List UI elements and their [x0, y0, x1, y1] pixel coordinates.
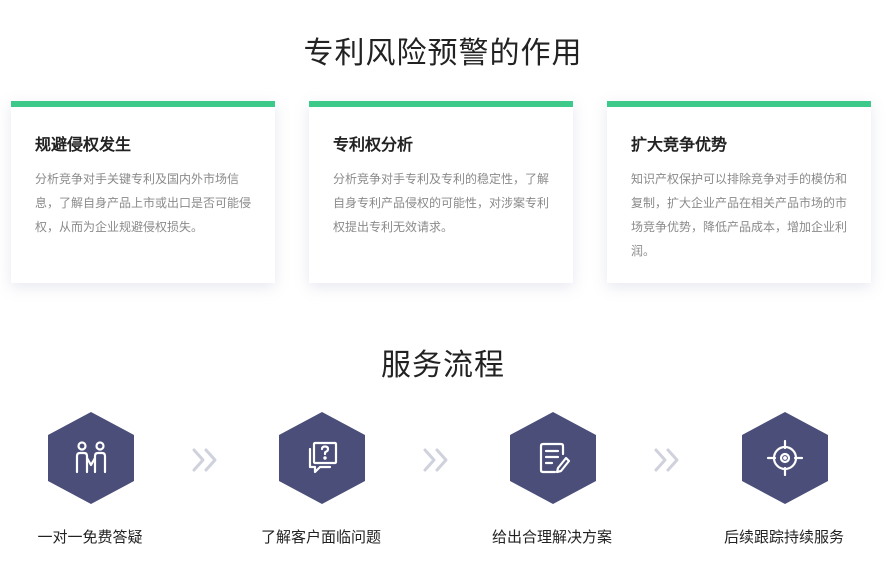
card-description: 分析竞争对手专利及专利的稳定性，了解 自身专利产品侵权的可能性，对涉案专利 权提…: [333, 172, 550, 234]
card-title: 专利权分析: [333, 135, 414, 154]
card-patent-analysis: 专利权分析 分析竞争对手专利及专利的稳定性，了解 自身专利产品侵权的可能性，对涉…: [309, 101, 573, 283]
card-title: 规避侵权发生: [35, 135, 132, 154]
card-description: 分析竞争对手关键专利及国内外市场信 息，了解自身产品上市或出口是否可能侵 权，从…: [35, 172, 252, 234]
step-label: 后续跟踪持续服务: [723, 528, 844, 546]
question-chat-icon: [308, 441, 338, 474]
card-title: 扩大竞争优势: [631, 135, 728, 154]
double-chevron-right-icon: [654, 448, 679, 472]
step-label: 一对一免费答疑: [37, 528, 143, 546]
double-chevron-right-icon: [423, 448, 448, 472]
double-chevron-right-icon: [192, 448, 217, 472]
hexagon-badge: [510, 412, 596, 504]
people-icon: [75, 441, 107, 474]
document-edit-icon: [539, 442, 571, 474]
card-description: 知识产权保护可以排除竞争对手的模仿和 复制，扩大企业产品在相关产品市场的市 场竞…: [631, 172, 848, 258]
card-competitive-advantage: 扩大竞争优势 知识产权保护可以排除竞争对手的模仿和 复制，扩大企业产品在相关产品…: [607, 101, 871, 283]
section-title-process: 服务流程: [381, 348, 505, 383]
section-title-warning: 专利风险预警的作用: [303, 36, 583, 71]
hexagon-badge: [279, 412, 365, 504]
target-icon: [766, 439, 804, 477]
step-label: 了解客户面临问题: [260, 528, 381, 546]
hexagon-badge: [48, 412, 134, 504]
card-avoid-infringement: 规避侵权发生 分析竞争对手关键专利及国内外市场信 息，了解自身产品上市或出口是否…: [11, 101, 275, 283]
hexagon-badge: [742, 412, 828, 504]
step-label: 给出合理解决方案: [491, 528, 612, 546]
